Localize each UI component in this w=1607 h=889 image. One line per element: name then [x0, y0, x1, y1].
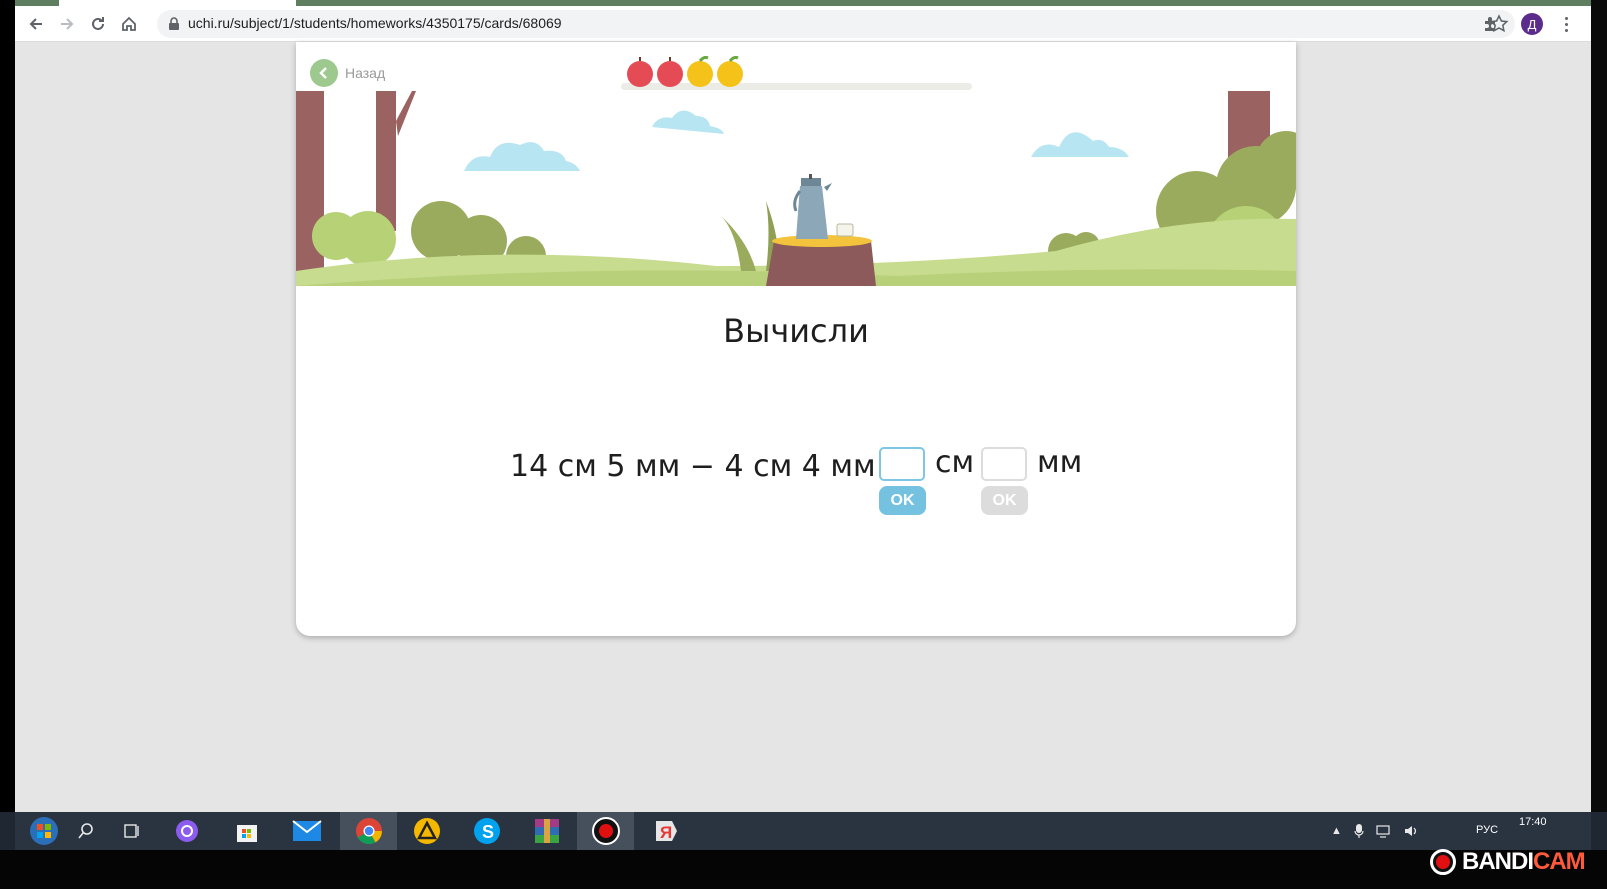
browser-toolbar: uchi.ru/subject/1/students/homeworks/435… — [15, 6, 1591, 42]
ok-button-mm[interactable]: OK — [981, 486, 1028, 515]
bandicam-watermark: BANDICAM — [1430, 848, 1586, 876]
unit-mm-label: мм — [1037, 445, 1083, 480]
network-icon[interactable] — [1376, 824, 1392, 838]
svg-text:S: S — [482, 822, 494, 842]
forest-scene-illustration — [296, 91, 1296, 286]
answer-input-cm[interactable] — [879, 447, 925, 481]
back-chevron-icon — [310, 59, 338, 87]
language-indicator[interactable]: РУС — [1476, 824, 1498, 836]
equation-text: 14 см 5 мм − 4 см 4 мм = — [510, 448, 911, 484]
left-border — [0, 0, 15, 831]
clock-time[interactable]: 17:40 — [1519, 816, 1547, 828]
profile-avatar[interactable]: Д — [1521, 13, 1543, 35]
screen: uchi.ru/subject/1/students/homeworks/435… — [0, 0, 1607, 889]
microphone-icon[interactable] — [1354, 823, 1364, 839]
back-button[interactable]: Назад — [310, 59, 385, 87]
address-bar[interactable]: uchi.ru/subject/1/students/homeworks/435… — [157, 10, 1515, 38]
bottom-bar — [0, 850, 1607, 889]
system-tray: ▲ — [1331, 812, 1420, 850]
tray-arrow-icon[interactable]: ▲ — [1331, 825, 1342, 837]
red-apple-icon — [627, 57, 653, 87]
extensions-puzzle-icon[interactable] — [1481, 14, 1501, 34]
winrar-icon[interactable] — [518, 812, 575, 850]
answer-input-mm[interactable] — [981, 447, 1027, 481]
store-icon[interactable] — [218, 812, 275, 850]
browser-menu-icon[interactable] — [1556, 14, 1576, 34]
back-arrow-icon[interactable] — [22, 10, 50, 38]
red-apple-icon — [657, 57, 683, 87]
record-icon[interactable] — [577, 812, 634, 850]
arrow-icon[interactable] — [398, 812, 455, 850]
bandicam-text-right: CAM — [1533, 848, 1586, 875]
skype-icon[interactable]: S — [458, 812, 515, 850]
lock-icon — [169, 17, 179, 30]
bandicam-text-left: BANDI — [1462, 848, 1534, 875]
yandex-icon[interactable]: Я — [637, 812, 694, 850]
alice-icon[interactable] — [158, 812, 215, 850]
home-icon[interactable] — [115, 10, 143, 38]
browser-window: uchi.ru/subject/1/students/homeworks/435… — [15, 0, 1591, 831]
volume-icon[interactable] — [1404, 824, 1420, 838]
ok-button-cm[interactable]: OK — [879, 486, 926, 515]
yellow-apple-icon — [717, 56, 743, 87]
chrome-icon[interactable] — [340, 812, 397, 850]
unit-cm-label: см — [935, 445, 975, 480]
forward-arrow-icon[interactable] — [53, 10, 81, 38]
progress-fruits — [626, 56, 744, 88]
url-text: uchi.ru/subject/1/students/homeworks/435… — [188, 15, 562, 31]
yellow-apple-icon — [687, 56, 713, 87]
bandicam-record-icon — [1430, 849, 1456, 875]
mail-icon[interactable] — [278, 812, 335, 850]
task-card: Назад Вычисли 14 см 5 мм − 4 см 4 мм = с… — [296, 42, 1296, 636]
reload-icon[interactable] — [84, 10, 112, 38]
taskbar-bar: S Я ▲ РУС 17:40 — [15, 812, 1591, 850]
svg-text:Я: Я — [660, 823, 672, 842]
right-border — [1591, 0, 1607, 831]
task-view-icon[interactable] — [103, 812, 160, 850]
task-title: Вычисли — [723, 312, 869, 350]
back-label: Назад — [345, 65, 386, 81]
